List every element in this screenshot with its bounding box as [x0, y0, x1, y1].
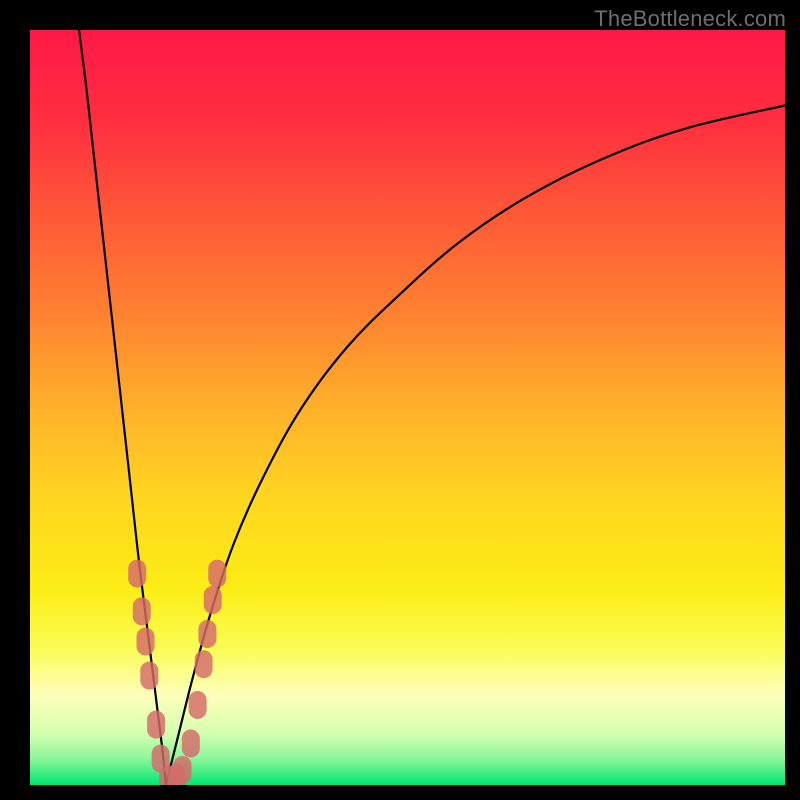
marker-point	[140, 662, 158, 690]
marker-point	[174, 756, 192, 784]
chart-frame: TheBottleneck.com	[0, 0, 800, 800]
marker-point	[189, 691, 207, 719]
marker-point	[147, 711, 165, 739]
marker-point	[208, 560, 226, 588]
plot-area	[30, 30, 785, 785]
curves-layer	[30, 30, 785, 785]
marker-point	[204, 586, 222, 614]
marker-point	[133, 597, 151, 625]
watermark-label: TheBottleneck.com	[594, 6, 786, 32]
marker-point	[198, 620, 216, 648]
marker-point	[195, 650, 213, 678]
marker-point	[137, 628, 155, 656]
marker-point	[182, 729, 200, 757]
marker-point	[128, 560, 146, 588]
curve-right-branch	[166, 106, 785, 786]
